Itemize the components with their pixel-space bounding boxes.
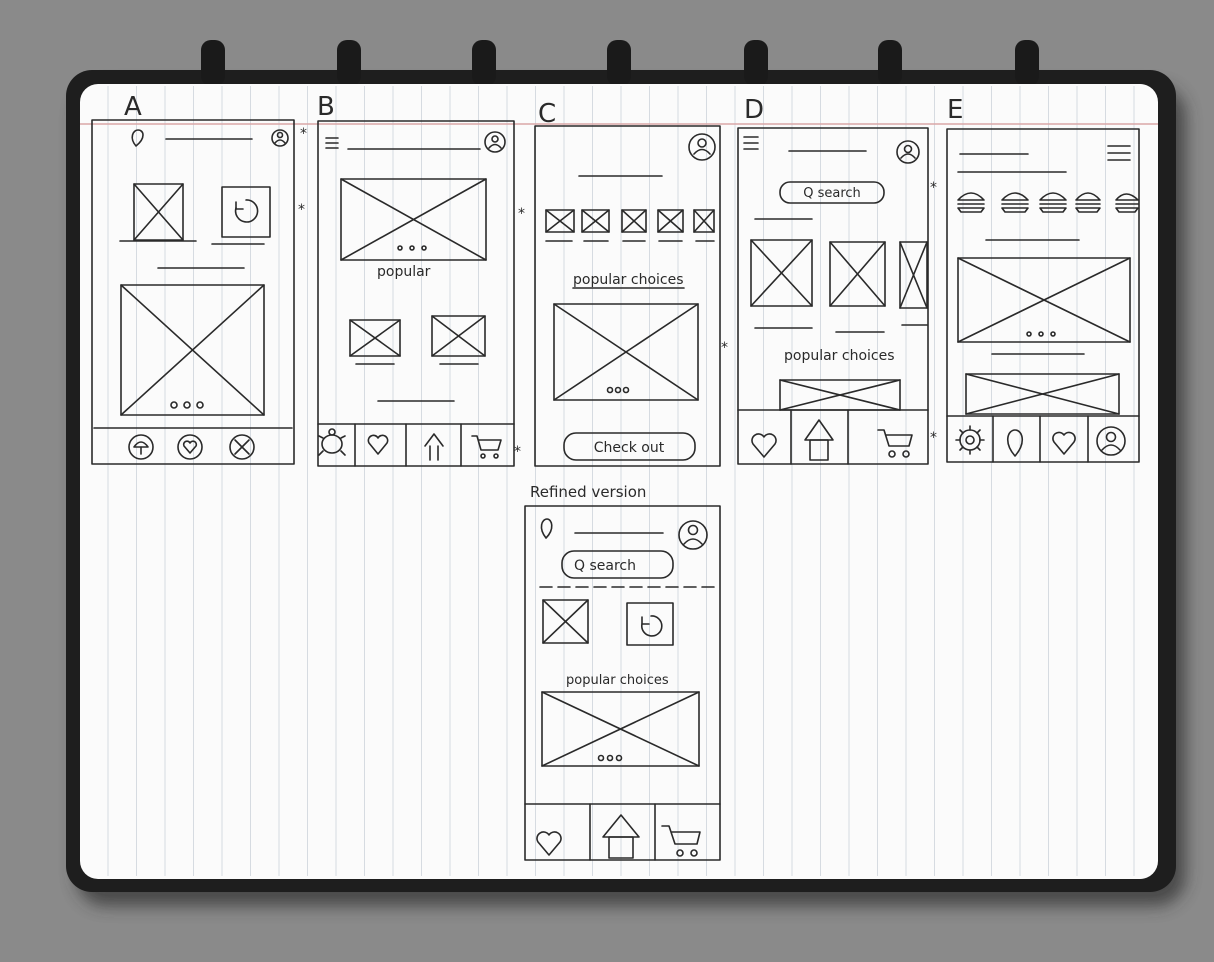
svg-text:*: * [300,126,307,142]
wireframe-letter-b: B [317,92,335,122]
svg-text:*: * [298,202,305,218]
caption-popular-choices: popular choices [566,673,669,688]
wireframe-letter-e: E [947,95,963,125]
checkout-button-label: Check out [594,440,665,456]
svg-text:*: * [721,340,728,356]
svg-text:*: * [518,206,525,222]
wireframe-letter-a: A [124,92,142,122]
wireframe-letter-d: D [744,95,764,125]
caption-popular-choices: popular choices [784,348,895,364]
wireframe-letter-c: C [538,99,556,129]
svg-text:*: * [930,180,937,196]
notebook-photo: A B * * popular * C * popular choices Ch… [66,40,1186,906]
caption-popular-choices: popular choices [573,272,684,288]
caption-popular: popular [377,264,431,280]
search-bar-label: Q search [574,558,636,574]
refined-title: Refined version [530,483,646,501]
svg-text:*: * [930,430,937,446]
search-bar-label: Q search [803,186,861,201]
svg-text:*: * [514,444,521,460]
